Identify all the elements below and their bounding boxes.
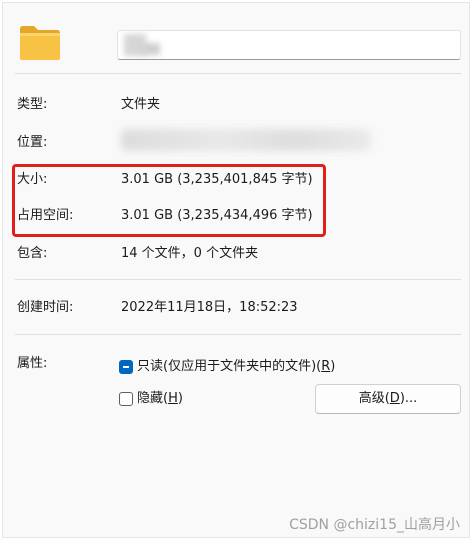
- folder-icon: [20, 26, 60, 60]
- readonly-checkbox-label[interactable]: 只读(仅应用于文件夹中的文件)(R): [137, 358, 335, 376]
- divider: [15, 279, 461, 280]
- location-label: 位置:: [17, 135, 48, 150]
- folder-name-field[interactable]: [117, 30, 461, 60]
- type-value: 文件夹: [121, 97, 161, 112]
- advanced-button[interactable]: 高级(D)...: [315, 384, 461, 414]
- readonly-checkbox[interactable]: [119, 360, 133, 374]
- properties-panel: 类型: 文件夹 位置: 大小: 3.01 GB (3,235,401,845 字…: [2, 2, 470, 538]
- size-on-disk-label: 占用空间:: [17, 208, 74, 223]
- redacted-name-blur: [142, 43, 160, 55]
- contains-label: 包含:: [17, 246, 48, 261]
- size-on-disk-value: 3.01 GB (3,235,434,496 字节): [121, 208, 313, 223]
- created-label: 创建时间:: [17, 300, 74, 315]
- size-label: 大小:: [17, 172, 48, 187]
- hidden-checkbox-label[interactable]: 隐藏(H): [137, 390, 183, 408]
- redacted-location-blur: [121, 129, 371, 151]
- divider: [15, 334, 461, 335]
- divider: [15, 73, 461, 74]
- watermark: CSDN @chizi15_山高月小: [289, 517, 460, 533]
- hidden-checkbox[interactable]: [119, 392, 133, 406]
- contains-value: 14 个文件，0 个文件夹: [121, 246, 259, 261]
- created-value: 2022年11月18日，18:52:23: [121, 300, 298, 315]
- attributes-label: 属性:: [17, 356, 48, 371]
- size-value: 3.01 GB (3,235,401,845 字节): [121, 172, 313, 187]
- type-label: 类型:: [17, 97, 48, 112]
